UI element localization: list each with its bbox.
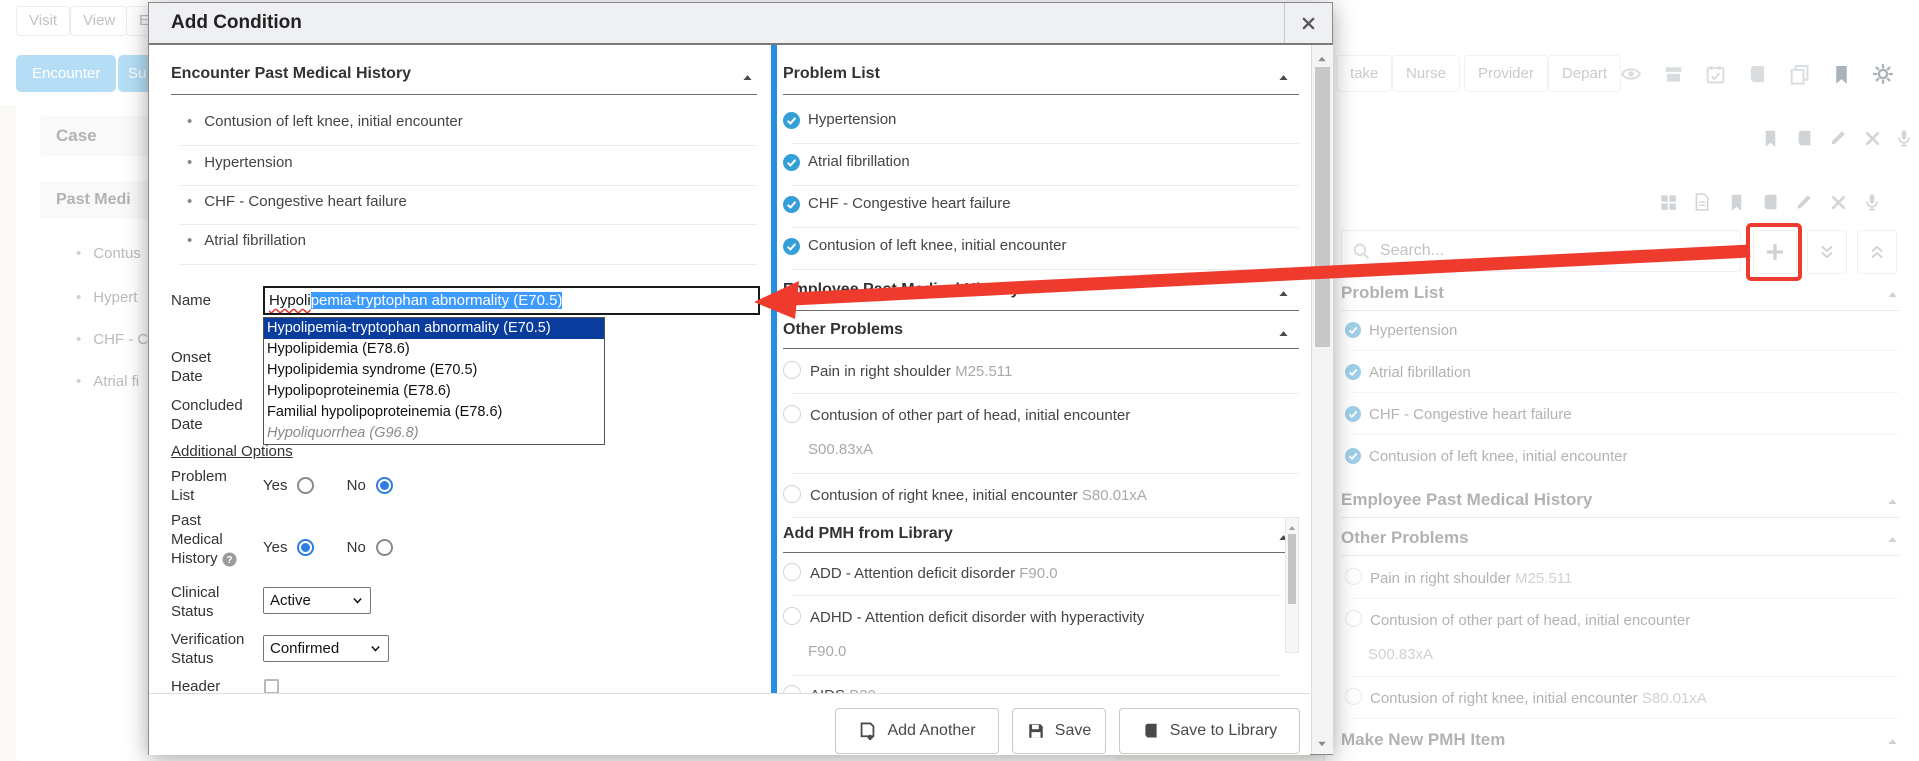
check-circle-icon	[783, 196, 800, 213]
additional-options-link[interactable]: Additional Options	[171, 443, 293, 460]
add-another-button[interactable]: Add Another	[835, 708, 999, 754]
pmh-no-radio[interactable]	[376, 539, 393, 556]
modal-other-problem-code: S00.83xA	[808, 441, 873, 458]
bullet: •	[187, 232, 192, 249]
encounter-pmh-item[interactable]: •CHF - Congestive heart failure	[187, 193, 407, 210]
condition-name-input[interactable]: Hypolipemia-tryptophan abnormality (E70.…	[263, 286, 760, 315]
modal-problem-item[interactable]: Atrial fibrillation	[783, 153, 910, 171]
modal-problem-item[interactable]: CHF - Congestive heart failure	[783, 195, 1011, 213]
encounter-pmh-item[interactable]: •Hypertension	[187, 154, 293, 171]
yes-label: Yes	[263, 539, 287, 556]
column-divider	[771, 45, 777, 694]
floppy-disk-icon	[1027, 722, 1045, 740]
dialog-header[interactable]: Add Condition	[149, 3, 1332, 45]
yes-label: Yes	[263, 477, 287, 494]
bullet: •	[187, 113, 192, 130]
circle-icon	[783, 361, 801, 379]
chevron-down-icon	[351, 594, 364, 607]
scrollbar-thumb[interactable]	[1315, 67, 1330, 347]
autocomplete-selection: pemia-tryptophan abnormality (E70.5)	[311, 292, 563, 309]
library-pmh-item[interactable]: ADD - Attention deficit disorder F90.0	[783, 563, 1058, 582]
past-medical-history-label: Past Medical History	[171, 511, 247, 568]
circle-icon	[783, 607, 801, 625]
suggestion-item[interactable]: Hypolipoproteinemia (E78.6)	[264, 381, 604, 402]
encounter-pmh-item[interactable]: •Atrial fibrillation	[187, 232, 306, 249]
modal-problem-list-header[interactable]: Problem List	[783, 65, 880, 83]
dialog-title: Add Condition	[171, 12, 302, 34]
chevron-down-icon	[369, 642, 382, 655]
add-pmh-library-header[interactable]: Add PMH from Library	[783, 525, 953, 543]
problem-list-label: Problem List	[171, 467, 241, 505]
help-icon[interactable]	[222, 552, 237, 567]
problem-list-no-radio[interactable]	[376, 477, 393, 494]
onset-date-label: Onset Date	[171, 348, 241, 386]
modal-scrollbar[interactable]	[1311, 45, 1333, 754]
modal-problem-item[interactable]: Contusion of left knee, initial encounte…	[783, 237, 1067, 255]
modal-other-problems-header[interactable]: Other Problems	[783, 321, 903, 339]
file-plus-icon	[858, 722, 877, 741]
caret-up-icon[interactable]	[741, 69, 754, 87]
no-label: No	[347, 539, 366, 556]
bullet: •	[187, 154, 192, 171]
clinical-status-select[interactable]: Active	[263, 587, 371, 614]
concluded-date-label: Concluded Date	[171, 396, 259, 434]
modal-problem-item[interactable]: Hypertension	[783, 111, 896, 129]
check-circle-icon	[783, 112, 800, 129]
name-suggestions-dropdown: Hypolipemia-tryptophan abnormality (E70.…	[263, 317, 605, 445]
circle-icon	[783, 563, 801, 581]
modal-other-problem-item[interactable]: Contusion of other part of head, initial…	[783, 405, 1130, 424]
scroll-down-icon[interactable]	[1316, 735, 1328, 753]
scrollbar-thumb[interactable]	[1288, 534, 1296, 604]
caret-up-icon[interactable]	[1277, 285, 1290, 303]
close-icon	[1301, 16, 1316, 31]
library-scrollbar[interactable]	[1285, 517, 1299, 653]
suggestion-item[interactable]: Familial hypolipoproteinemia (E78.6)	[264, 402, 604, 423]
close-button[interactable]	[1284, 3, 1332, 43]
clinical-status-label: Clinical Status	[171, 583, 241, 621]
modal-other-problem-item[interactable]: Contusion of right knee, initial encount…	[783, 485, 1147, 504]
circle-icon	[783, 405, 801, 423]
name-label: Name	[171, 291, 259, 310]
save-to-library-button[interactable]: Save to Library	[1119, 708, 1300, 754]
pmh-radio-group: Yes No	[263, 539, 421, 556]
suggestion-item[interactable]: Hypolipidemia (E78.6)	[264, 339, 604, 360]
no-label: No	[347, 477, 366, 494]
add-condition-dialog: Add Condition Encounter Past Medical His…	[148, 2, 1333, 755]
library-pmh-code: F90.0	[808, 643, 846, 660]
caret-up-icon[interactable]	[1277, 69, 1290, 87]
verification-status-label: Verification Status	[171, 630, 259, 668]
circle-icon	[783, 485, 801, 503]
suggestion-item[interactable]: Hypolipemia-tryptophan abnormality (E70.…	[264, 318, 604, 339]
problem-list-yes-radio[interactable]	[297, 477, 314, 494]
library-pmh-item[interactable]: ADHD - Attention deficit disorder with h…	[783, 607, 1144, 626]
pmh-yes-radio[interactable]	[297, 539, 314, 556]
annotation-highlight-box	[1746, 223, 1802, 281]
suggestion-item[interactable]: Hypoliquorrhea (G96.8)	[264, 423, 604, 444]
dialog-footer: Add Another Save Save to Library	[149, 693, 1310, 755]
check-circle-icon	[783, 154, 800, 171]
problem-list-radio-group: Yes No	[263, 477, 421, 494]
scroll-up-icon[interactable]	[1316, 50, 1328, 68]
caret-up-icon[interactable]	[1277, 325, 1290, 343]
check-circle-icon	[783, 238, 800, 255]
encounter-pmh-header[interactable]: Encounter Past Medical History	[171, 65, 411, 83]
screen: Visit View E Encounter Su take Nurse Pro…	[0, 0, 1919, 761]
modal-employee-pmh-header[interactable]: Employee Past Medical History	[783, 281, 1020, 299]
header-checkbox[interactable]	[264, 679, 279, 694]
suggestion-item[interactable]: Hypolipidemia syndrome (E70.5)	[264, 360, 604, 381]
save-button[interactable]: Save	[1012, 708, 1106, 754]
verification-status-select[interactable]: Confirmed	[263, 635, 389, 662]
book-icon	[1142, 722, 1160, 740]
bullet: •	[187, 193, 192, 210]
modal-other-problem-item[interactable]: Pain in right shoulder M25.511	[783, 361, 1012, 380]
encounter-pmh-item[interactable]: •Contusion of left knee, initial encount…	[187, 113, 463, 130]
typed-text: Hypoli	[269, 292, 311, 309]
